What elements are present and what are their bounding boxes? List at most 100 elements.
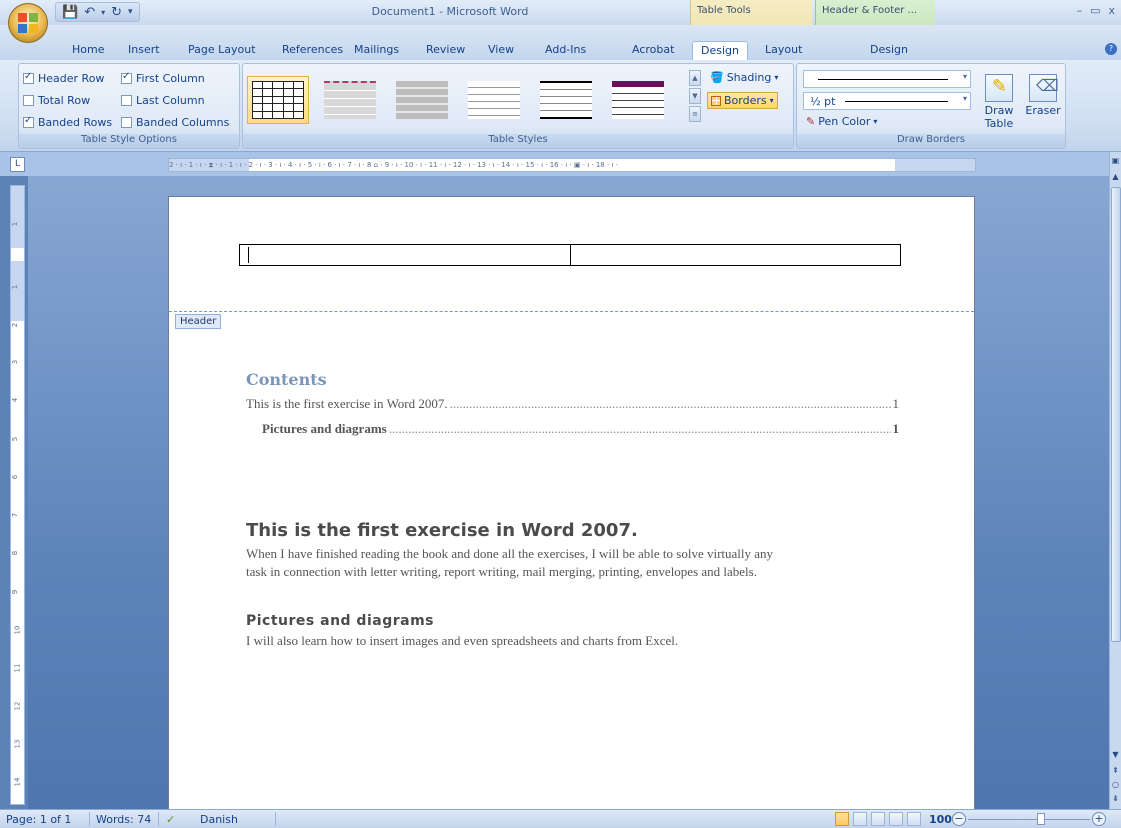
table-style-preview	[396, 81, 448, 119]
close-icon[interactable]: x	[1108, 4, 1115, 17]
tab-view[interactable]: View	[488, 43, 514, 56]
tab-mailings[interactable]: Mailings	[354, 43, 399, 56]
page-count[interactable]: Page: 1 of 1	[6, 813, 71, 826]
ruler-toggle-icon[interactable]: ▣	[1110, 156, 1121, 165]
header-table-cell[interactable]	[571, 245, 900, 265]
table-style-thumb[interactable]	[391, 76, 453, 124]
tab-table-design[interactable]: Design	[692, 41, 748, 62]
table-style-thumb[interactable]	[607, 76, 669, 124]
last-column-checkbox[interactable]	[121, 95, 132, 106]
styles-more-icon[interactable]: ≡	[689, 106, 701, 122]
tab-add-ins[interactable]: Add-Ins	[545, 43, 586, 56]
table-style-thumb[interactable]	[535, 76, 597, 124]
document-page[interactable]: Header Contents This is the first exerci…	[168, 196, 975, 816]
scroll-down-icon[interactable]: ▼	[1110, 750, 1121, 759]
undo-dropdown-icon[interactable]: ▾	[101, 8, 105, 17]
vertical-scrollbar[interactable]: ▣ ▲ ▼ ⇞ ○ ⇟	[1109, 152, 1121, 809]
scroll-thumb[interactable]	[1111, 187, 1121, 642]
pen-icon: ✎	[806, 115, 816, 128]
web-layout-view-icon[interactable]	[871, 812, 885, 826]
eraser-button[interactable]: ⌫ Eraser	[1023, 74, 1063, 117]
ruler-number: 4	[11, 397, 20, 403]
undo-icon[interactable]: ↶	[84, 5, 95, 20]
tab-header-footer-design[interactable]: Design	[870, 43, 908, 56]
word-count[interactable]: Words: 74	[96, 813, 151, 826]
outline-view-icon[interactable]	[889, 812, 903, 826]
previous-page-icon[interactable]: ⇞	[1110, 766, 1121, 775]
tab-table-layout[interactable]: Layout	[765, 43, 802, 56]
heading-1: This is the first exercise in Word 2007.	[246, 520, 638, 541]
banded-rows-option[interactable]: Banded Rows	[23, 115, 112, 129]
ruler-number: 3	[11, 359, 20, 365]
office-button[interactable]	[8, 3, 48, 43]
header-table-cell[interactable]	[240, 245, 571, 265]
browse-object-icon[interactable]: ○	[1110, 780, 1121, 789]
tab-insert[interactable]: Insert	[128, 43, 160, 56]
maximize-icon[interactable]: ▭	[1090, 4, 1100, 17]
tab-acrobat[interactable]: Acrobat	[632, 43, 674, 56]
horizontal-ruler[interactable]: 2 · ı · 1 · ı · ⧗ · ı · 1 · ı · 2 · ı · …	[168, 158, 976, 172]
table-style-thumb[interactable]	[463, 76, 525, 124]
total-row-checkbox[interactable]	[23, 95, 34, 106]
language[interactable]: Danish	[200, 813, 238, 826]
vertical-ruler[interactable]: 1 1 2 3 4 5 6 7 8 9 10 11 12 13 14	[10, 185, 25, 805]
toc-entry-text: Pictures and diagrams	[262, 421, 387, 436]
first-column-checkbox[interactable]	[121, 71, 132, 84]
shading-button[interactable]: 🪣 Shading ▾	[707, 70, 781, 85]
line-weight-combo[interactable]: ½ pt ▾	[803, 92, 971, 110]
tab-review[interactable]: Review	[426, 43, 465, 56]
styles-scroll-up-icon[interactable]: ▲	[689, 70, 701, 86]
draft-view-icon[interactable]	[907, 812, 921, 826]
toc-entry[interactable]: Pictures and diagrams ..................…	[262, 421, 899, 437]
draw-table-button[interactable]: ✎ Draw Table	[979, 74, 1019, 130]
banded-columns-checkbox[interactable]	[121, 117, 132, 128]
banded-rows-checkbox[interactable]	[23, 115, 34, 128]
total-row-option[interactable]: Total Row	[23, 94, 90, 107]
table-styles-label: Table Styles	[243, 134, 793, 148]
toc-entry-text: This is the first exercise in Word 2007.	[246, 396, 448, 411]
next-page-icon[interactable]: ⇟	[1110, 794, 1121, 803]
office-logo-icon	[18, 13, 38, 33]
line-style-preview	[818, 79, 948, 80]
zoom-in-icon[interactable]: +	[1092, 812, 1106, 826]
header-separator	[169, 311, 974, 312]
tab-references[interactable]: References	[282, 43, 343, 56]
table-style-options-group: Header Row First Column Total Row Last C…	[18, 63, 240, 149]
proofing-icon[interactable]: ✓	[166, 813, 175, 826]
line-style-combo[interactable]: ▾	[803, 70, 971, 88]
header-row-option[interactable]: Header Row	[23, 71, 104, 85]
toc-entry[interactable]: This is the first exercise in Word 2007.…	[246, 396, 899, 412]
scroll-up-icon[interactable]: ▲	[1110, 172, 1121, 181]
styles-scroll-down-icon[interactable]: ▼	[689, 88, 701, 104]
chevron-down-icon: ▾	[962, 94, 967, 103]
status-separator	[89, 812, 90, 826]
customize-qat-icon[interactable]: ▾	[128, 7, 133, 17]
zoom-slider[interactable]	[968, 819, 1090, 820]
minimize-icon[interactable]: –	[1077, 4, 1083, 17]
full-screen-reading-view-icon[interactable]	[853, 812, 867, 826]
print-layout-view-icon[interactable]	[835, 812, 849, 826]
borders-button[interactable]: Borders ▾	[707, 92, 778, 109]
help-icon[interactable]: ?	[1105, 43, 1117, 55]
first-column-option[interactable]: First Column	[121, 71, 205, 85]
save-icon[interactable]: 💾	[62, 5, 78, 20]
tab-home[interactable]: Home	[72, 43, 104, 56]
redo-icon[interactable]: ↻	[111, 5, 122, 20]
tab-selector-icon[interactable]: L	[10, 157, 25, 172]
table-style-thumb[interactable]	[247, 76, 309, 124]
ruler-number: 7	[11, 512, 20, 518]
ribbon: Header Row First Column Total Row Last C…	[0, 60, 1121, 152]
header-tag[interactable]: Header	[175, 314, 222, 329]
table-style-thumb[interactable]	[319, 76, 381, 124]
banded-columns-option[interactable]: Banded Columns	[121, 116, 229, 129]
zoom-out-icon[interactable]: −	[952, 812, 966, 826]
last-column-option[interactable]: Last Column	[121, 94, 205, 107]
header-table[interactable]	[239, 244, 901, 266]
first-column-label: First Column	[136, 72, 205, 85]
ruler-header-area	[11, 261, 24, 321]
ruler-number: 14	[13, 777, 22, 787]
header-row-checkbox[interactable]	[23, 71, 34, 84]
zoom-slider-thumb[interactable]	[1037, 813, 1045, 825]
tab-page-layout[interactable]: Page Layout	[188, 43, 256, 56]
pen-color-button[interactable]: ✎ Pen Color ▾	[803, 114, 880, 129]
